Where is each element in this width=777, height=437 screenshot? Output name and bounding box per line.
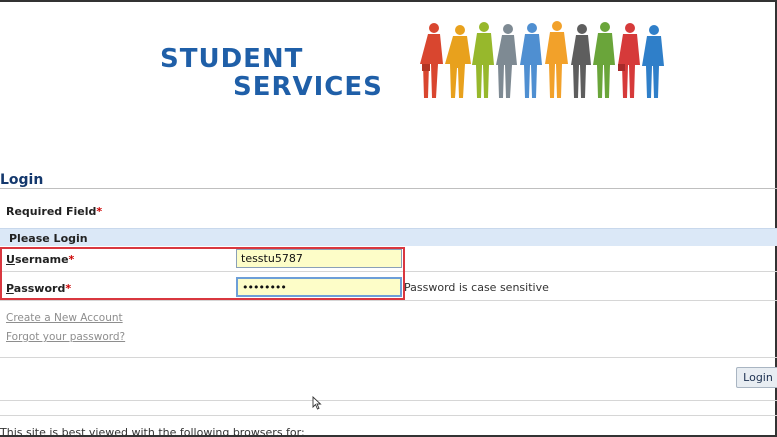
credentials-highlight <box>0 247 405 300</box>
silhouette-2 <box>445 25 471 98</box>
forgot-password-link[interactable]: Forgot your password? <box>6 331 125 343</box>
silhouette-3 <box>472 22 494 98</box>
silhouette-8 <box>593 22 615 98</box>
mouse-cursor-icon <box>312 396 322 410</box>
silhouette-5 <box>520 23 542 98</box>
people-silhouettes-graphic <box>420 21 664 98</box>
required-marker: * <box>96 205 103 218</box>
button-divider <box>0 400 777 401</box>
site-banner: STUDENT SERVICES <box>150 18 695 102</box>
login-button[interactable]: Login <box>736 367 777 388</box>
silhouette-9 <box>618 23 640 98</box>
window-border-top <box>0 0 777 2</box>
logo-line-1: STUDENT <box>160 44 304 74</box>
section-header: Please Login <box>0 228 777 246</box>
logo-line-2: SERVICES <box>233 72 383 102</box>
section-title: Please Login <box>9 232 88 245</box>
silhouette-7 <box>571 24 591 98</box>
password-hint: Password is case sensitive <box>404 281 549 294</box>
create-account-link[interactable]: Create a New Account <box>6 312 123 324</box>
silhouette-6 <box>545 21 568 98</box>
footer-divider <box>0 415 777 416</box>
links-divider <box>0 357 777 358</box>
page-title: Login <box>0 172 44 188</box>
title-divider <box>0 188 777 189</box>
browser-recommendation-text: This site is best viewed with the follow… <box>0 426 305 437</box>
silhouette-1 <box>420 23 443 98</box>
silhouette-4 <box>496 24 517 98</box>
required-field-note: Required Field* <box>6 205 102 218</box>
row-divider <box>0 300 777 301</box>
silhouette-10 <box>642 25 664 98</box>
required-field-label: Required Field <box>6 205 97 218</box>
